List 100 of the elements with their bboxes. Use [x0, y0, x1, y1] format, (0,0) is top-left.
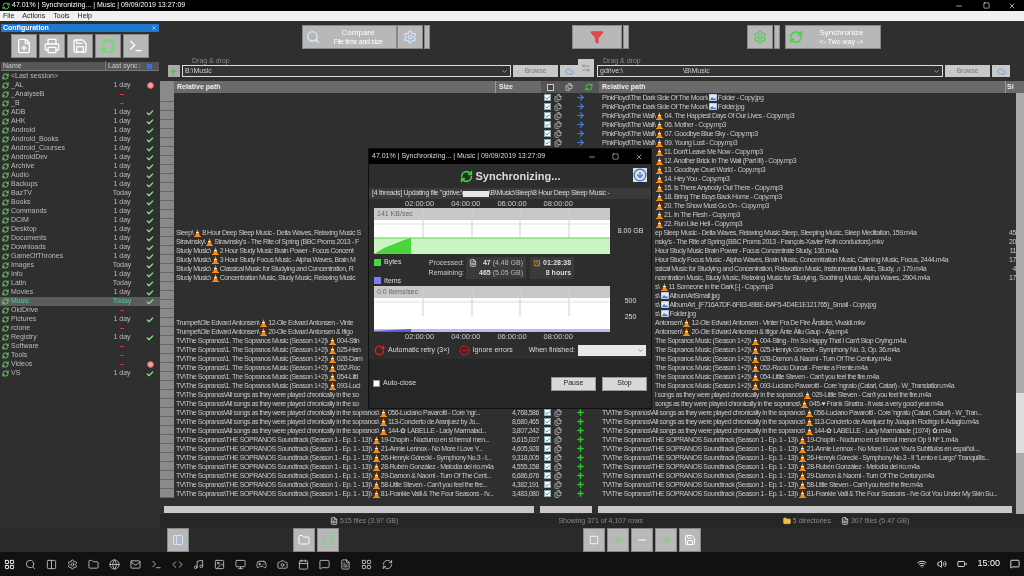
settings-button[interactable]	[397, 25, 423, 49]
plus-icon	[169, 66, 179, 76]
taskbar-app-icon[interactable]	[88, 558, 99, 570]
row-header	[160, 435, 174, 444]
folder-button[interactable]	[293, 528, 315, 552]
row-header	[160, 219, 174, 228]
horizontal-scrollbar[interactable]	[598, 506, 1012, 513]
alarm-clock-icon	[533, 259, 542, 267]
taskbar-app-icon[interactable]	[382, 558, 393, 570]
row-checkbox[interactable]	[544, 112, 551, 119]
collapse-button[interactable]	[633, 168, 647, 182]
taskbar-app-icon[interactable]	[130, 558, 141, 570]
row-header	[160, 381, 174, 390]
square-icon	[589, 535, 599, 545]
row-header	[160, 417, 174, 426]
arrow-right-icon	[660, 534, 672, 546]
row-checkbox[interactable]	[544, 427, 551, 434]
volume-icon[interactable]	[937, 559, 948, 569]
taskbar-app-icon[interactable]	[25, 558, 36, 570]
row-checkbox[interactable]	[544, 139, 551, 146]
square-button[interactable]	[583, 528, 605, 552]
battery-icon[interactable]	[957, 559, 968, 569]
files-icon	[565, 83, 574, 91]
file-icon	[469, 259, 477, 267]
row-checkbox[interactable]	[544, 463, 551, 470]
sync-icon	[2, 154, 9, 161]
retry-icon[interactable]	[374, 344, 385, 356]
sync-icon	[2, 172, 9, 179]
image-icon	[660, 301, 669, 308]
horizontal-scrollbar[interactable]	[164, 506, 534, 513]
row-header	[160, 336, 174, 345]
row-header	[160, 201, 174, 210]
taskbar-app-icon[interactable]	[67, 558, 78, 570]
printer-button[interactable]	[39, 34, 65, 58]
row-checkbox[interactable]	[544, 409, 551, 416]
horizontal-scrollbar[interactable]	[540, 506, 592, 513]
notifications-icon[interactable]	[1010, 559, 1020, 569]
taskbar-app-icon[interactable]	[109, 558, 120, 570]
sync-icon	[2, 109, 9, 116]
row-header	[160, 471, 174, 480]
sync-button[interactable]	[95, 34, 121, 58]
row-checkbox[interactable]	[544, 454, 551, 461]
row-header	[160, 282, 174, 291]
image-icon	[660, 310, 669, 317]
close-icon[interactable]	[1008, 1, 1016, 10]
taskbar-app-icon[interactable]	[340, 558, 351, 570]
row-checkbox[interactable]	[544, 490, 551, 497]
row-header	[160, 345, 174, 354]
taskbar-app-icon[interactable]	[277, 558, 288, 570]
start-icon[interactable]	[4, 558, 15, 570]
row-checkbox[interactable]	[544, 472, 551, 479]
save-button[interactable]	[679, 528, 701, 552]
redacted-bar	[462, 190, 489, 197]
when-finished-select[interactable]	[578, 344, 646, 356]
taskbar-app-icon[interactable]	[151, 558, 162, 570]
sync-icon	[2, 226, 9, 233]
taskbar-app-icon[interactable]	[256, 558, 267, 570]
checkbox-column-header[interactable]	[546, 83, 554, 91]
vertical-scrollbar[interactable]	[1016, 93, 1024, 514]
row-checkbox[interactable]	[544, 94, 551, 101]
filter-button[interactable]	[572, 25, 622, 49]
taskbar-app-icon[interactable]	[319, 558, 330, 570]
sync-icon	[100, 38, 116, 54]
row-checkbox[interactable]	[544, 103, 551, 110]
row-header	[160, 228, 174, 237]
error-icon	[146, 361, 154, 368]
close-icon[interactable]	[635, 152, 643, 161]
row-checkbox[interactable]	[544, 418, 551, 425]
new-file-button[interactable]	[11, 34, 37, 58]
taskbar-app-icon[interactable]	[214, 558, 225, 570]
terminal-icon	[128, 38, 144, 54]
taskbar-app-icon[interactable]	[193, 558, 204, 570]
dialog-heading: Synchronizing...	[475, 168, 561, 184]
auto-close-checkbox[interactable]	[373, 380, 380, 387]
row-header	[160, 156, 174, 165]
maximize-icon[interactable]	[612, 153, 619, 160]
file-plus-icon	[16, 38, 32, 54]
taskbar-app-icon[interactable]	[235, 558, 246, 570]
row-checkbox[interactable]	[544, 436, 551, 443]
save-button[interactable]	[67, 34, 93, 58]
terminal-button[interactable]	[123, 34, 149, 58]
panel-icon	[172, 534, 184, 546]
sync-button[interactable]	[317, 528, 339, 552]
taskbar-app-icon[interactable]	[46, 558, 57, 570]
dropdown-icon[interactable]	[501, 67, 509, 75]
row-checkbox[interactable]	[544, 445, 551, 452]
panel-button[interactable]	[167, 528, 189, 552]
sync-icon	[2, 181, 9, 188]
taskbar-app-icon[interactable]	[298, 558, 309, 570]
dropdown-icon[interactable]	[933, 67, 940, 75]
row-checkbox[interactable]	[544, 130, 551, 137]
minus-button[interactable]	[631, 528, 653, 552]
row-header	[160, 210, 174, 219]
row-checkbox[interactable]	[544, 121, 551, 128]
row-checkbox[interactable]	[544, 481, 551, 488]
wifi-icon[interactable]	[917, 559, 928, 569]
clock[interactable]: 15:00	[977, 557, 1000, 571]
taskbar-app-icon[interactable]	[361, 558, 372, 570]
ignore-errors-icon[interactable]	[458, 344, 470, 356]
row-header	[160, 183, 174, 192]
